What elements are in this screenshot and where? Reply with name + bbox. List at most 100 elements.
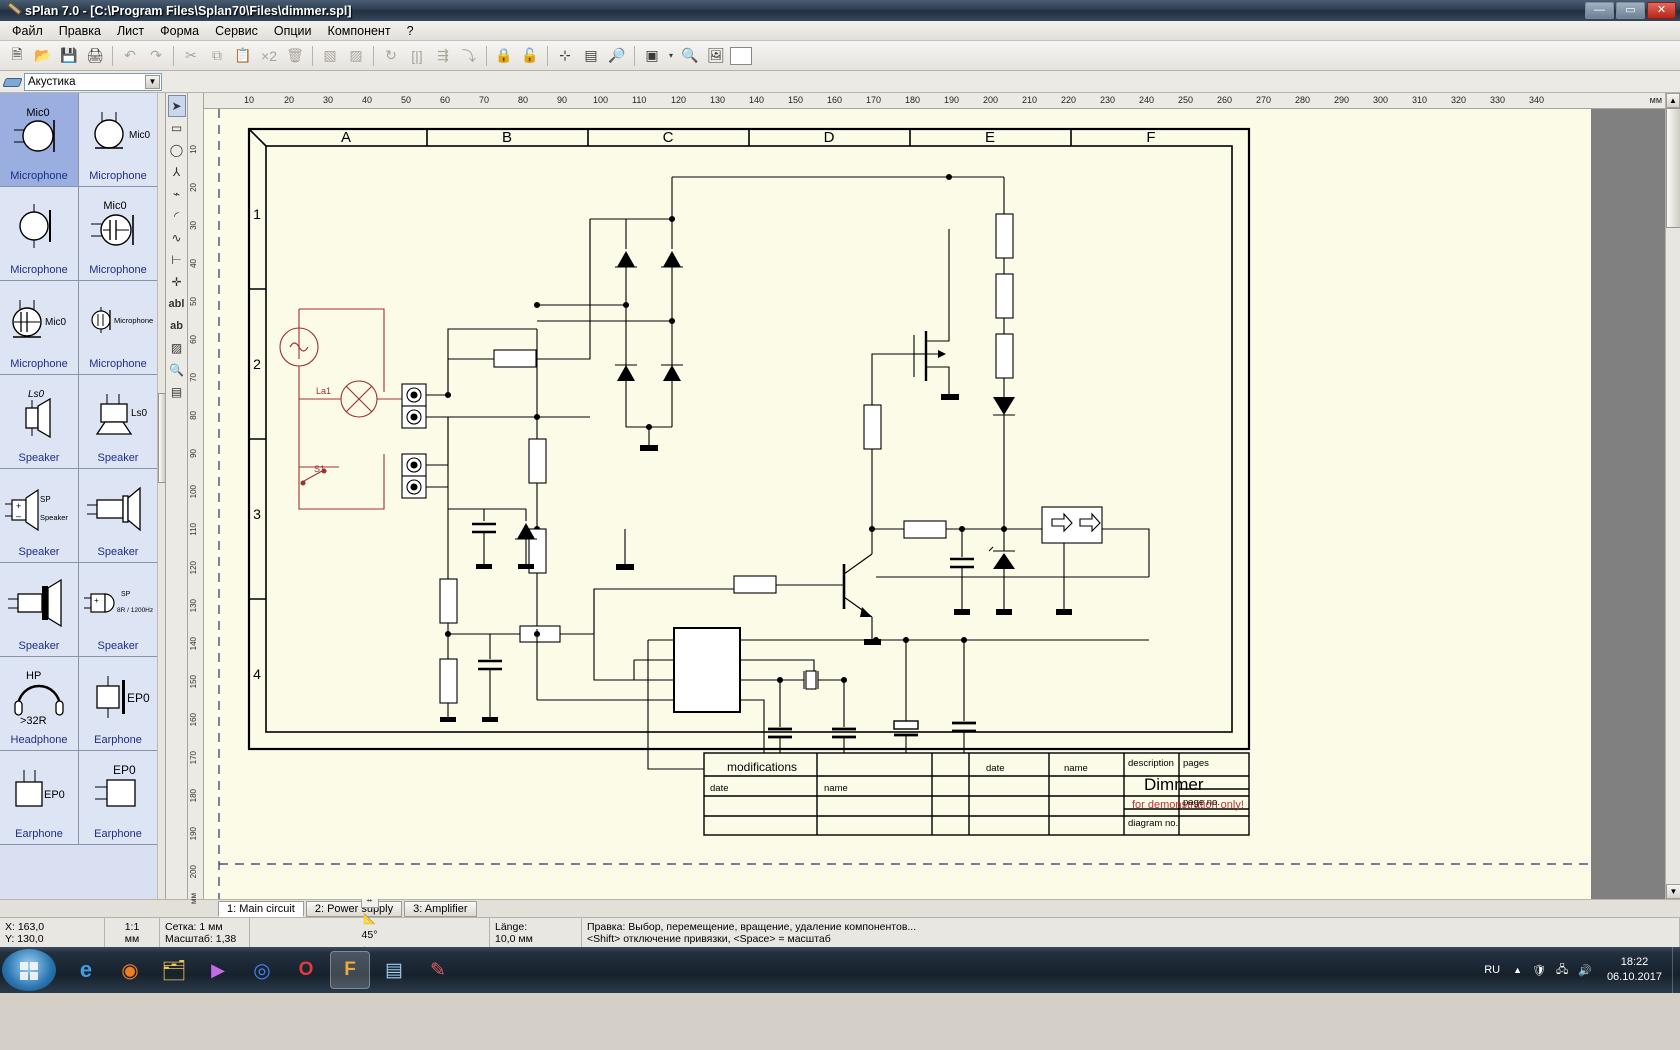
bezier-tool-icon[interactable]: ⌁ [168,183,186,205]
menu-item-options[interactable]: Опции [266,22,320,40]
menu-item-file[interactable]: Файл [4,22,51,40]
taskbar-chrome-icon[interactable]: ◎ [242,951,282,989]
doc-tab-main-circuit[interactable]: 1: Main circuit [218,900,304,917]
bitmap-tool-icon[interactable]: ▨ [168,337,186,359]
find-icon[interactable]: 🔎 [605,44,629,68]
taskbar-explorer-icon[interactable]: 🗂 [154,951,194,989]
image-icon[interactable]: 🖼 [704,44,728,68]
scale-tool-icon[interactable]: ▤ [168,381,186,403]
menu-item-component[interactable]: Компонент [320,22,399,40]
zoom-icon[interactable]: 🔍 [678,44,702,68]
palette-item-microphone-6[interactable]: Microphone Microphone [79,281,158,375]
taskbar-paint-icon[interactable]: ✎ [418,951,458,989]
taskbar-internet-explorer-icon[interactable]: e [66,951,106,989]
chevron-down-icon[interactable]: ▼ [145,74,160,89]
palette-item-headphone[interactable]: HP >32R Headphone [0,657,79,751]
dimension-tool-icon[interactable]: ⊢ [168,249,186,271]
network-icon[interactable]: 🖧 [1551,961,1573,980]
taskbar-opera-icon[interactable]: O [286,951,326,989]
menu-item-edit[interactable]: Правка [51,22,109,40]
pointer-tool-icon[interactable]: ➤ [167,95,186,117]
rotate-icon[interactable]: ↻ [379,44,403,68]
text-tool-icon[interactable]: abl [168,293,186,315]
cut-scissors-icon[interactable]: ✂ [179,44,203,68]
save-disk-icon[interactable]: 💾 [57,44,81,68]
mirror-v-icon[interactable]: ⇶ [431,44,455,68]
close-button[interactable]: ✕ [1647,2,1676,19]
parts-palette[interactable]: Mic0 Microphone Mic0 Microphone Micropho… [0,93,166,899]
language-indicator[interactable]: RU [1476,964,1508,976]
palette-item-speaker-1[interactable]: Ls0 Speaker [0,375,79,469]
redo-icon[interactable]: ↷ [144,44,168,68]
palette-item-earphone-1[interactable]: EP0 Earphone [79,657,158,751]
palette-item-microphone-5[interactable]: Mic0 Microphone [0,281,79,375]
menu-item-help[interactable]: ? [399,22,422,40]
chevron-down-icon[interactable]: ▾ [666,44,676,68]
mirror-h-icon[interactable]: [|] [405,44,429,68]
palette-scrollbar[interactable] [157,93,165,899]
angle-45-icon[interactable]: 📐 [362,912,378,925]
arc-tool-icon[interactable]: ◜ [168,205,186,227]
menu-item-form[interactable]: Форма [152,22,207,40]
list-icon[interactable]: ▤ [579,44,603,68]
minimize-button[interactable]: — [1585,2,1614,19]
bring-front-icon[interactable]: ▧ [318,44,342,68]
taskbar-splan-icon[interactable]: F [330,951,370,989]
flip-icon[interactable]: ⤵ [457,44,481,68]
new-file-icon[interactable]: 🗎 [5,44,29,68]
rectangle-tool-icon[interactable]: ▭ [168,117,186,139]
palette-item-speaker-6[interactable]: + SP 8R / 1200Hz Speaker [79,563,158,657]
show-hidden-icon[interactable]: ▲ [1508,965,1527,975]
palette-item-microphone-1[interactable]: Mic0 Microphone [0,93,79,187]
palette-item-speaker-2[interactable]: Ls0 Speaker [79,375,158,469]
copy-icon[interactable]: ⧉ [205,44,229,68]
canvas-vscrollbar[interactable]: ▲ ▼ [1665,93,1680,899]
menu-item-service[interactable]: Сервис [207,22,266,40]
doc-tab-power-supply[interactable]: 2: Power supply [305,900,403,917]
unlock-icon[interactable]: 🔓 [518,44,542,68]
palette-item-microphone-3[interactable]: Microphone [0,187,79,281]
palette-item-speaker-4[interactable]: Speaker [79,469,158,563]
palette-item-microphone-4[interactable]: Mic0 Microphone [79,187,158,281]
wave-tool-icon[interactable]: ∿ [168,227,186,249]
canvas-viewport[interactable]: A B C D E F 1 2 3 4 La1 S1 F1 2A T R1 R2… [204,109,1665,899]
start-button[interactable] [2,949,56,991]
print-icon[interactable]: 🖨 [83,44,107,68]
lock-icon[interactable]: 🔒 [492,44,516,68]
color-swatch[interactable] [730,46,752,65]
taskbar-folder-window-icon[interactable]: ▤ [374,951,414,989]
paste-icon[interactable]: 📋 [231,44,255,68]
show-desktop-button[interactable] [1672,947,1680,993]
shield-icon[interactable]: 🛡 [1527,964,1551,977]
taskbar-media-player-icon[interactable]: ▶ [198,951,238,989]
open-folder-icon[interactable]: 📂 [31,44,55,68]
undo-icon[interactable]: ↶ [118,44,142,68]
zoom-tool-icon[interactable]: 🔍 [168,359,186,381]
ellipse-tool-icon[interactable]: ◯ [168,139,186,161]
scroll-down-arrow[interactable]: ▼ [1666,884,1680,899]
schematic-sheet[interactable]: A B C D E F 1 2 3 4 La1 S1 F1 2A T R1 R2… [204,109,1591,899]
taskbar-clock[interactable]: 18:22 06.10.2017 [1597,955,1672,985]
maximize-button[interactable]: ▭ [1616,2,1645,19]
palette-item-earphone-2[interactable]: EP0 Earphone [0,751,79,845]
angle-45-label[interactable]: 45° [362,929,378,941]
palette-item-speaker-3[interactable]: + – SP Speaker Speaker [0,469,79,563]
volume-icon[interactable]: 🔊 [1573,964,1597,977]
doc-tab-amplifier[interactable]: 3: Amplifier [404,900,477,917]
scroll-up-arrow[interactable]: ▲ [1666,93,1680,108]
vscroll-thumb[interactable] [1666,108,1680,228]
send-back-icon[interactable]: ▨ [344,44,368,68]
palette-item-speaker-5[interactable]: Speaker [0,563,79,657]
palette-item-microphone-2[interactable]: Mic0 Microphone [79,93,158,187]
color-fill-icon[interactable]: ▣ [640,44,664,68]
measure-icon[interactable]: ⊹ [553,44,577,68]
library-select[interactable]: Акустика ▼ [24,72,162,91]
special-tool-icon[interactable]: ✛ [168,271,186,293]
polyline-tool-icon[interactable]: ⅄ [168,161,186,183]
textbox-tool-icon[interactable]: ab [168,315,186,337]
palette-item-earphone-3[interactable]: EP0 Earphone [79,751,158,845]
menu-item-sheet[interactable]: Лист [109,22,152,40]
duplicate-x2-icon[interactable]: ×2 [257,44,281,68]
delete-trash-icon[interactable]: 🗑 [283,44,307,68]
taskbar-firefox-icon[interactable]: ◉ [110,951,150,989]
